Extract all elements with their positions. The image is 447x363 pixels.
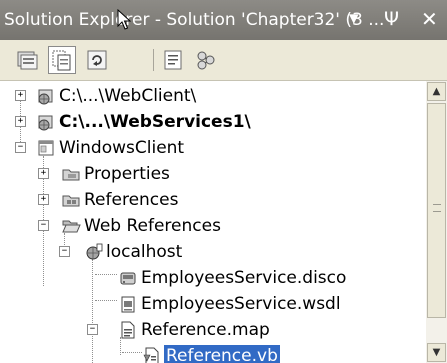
scroll-grip-icon [433,204,441,212]
tree-item-employeesservice-disco[interactable]: EmployeesService.disco [0,265,426,291]
toolbar [0,40,447,81]
properties-button[interactable] [14,47,40,73]
tree-item-windowsclient[interactable]: − WindowsClient [0,135,426,161]
close-button[interactable]: ✕ [421,7,438,31]
tree-item-reference-vb[interactable]: Reference.vb [0,343,426,363]
scroll-thumb[interactable] [427,103,446,318]
tree-item-label: Reference.vb [164,345,280,363]
collapse-toggle[interactable]: − [15,142,26,153]
tree-item-label: WindowsClient [59,138,185,158]
title-bar[interactable]: Solution Explorer - Solution 'Chapter32'… [0,0,447,40]
refresh-button[interactable] [84,47,110,73]
window-position-dropdown-button[interactable]: ▾ [349,6,359,30]
tree-item-properties[interactable]: + Properties [0,161,426,187]
collapse-toggle[interactable]: − [59,246,70,257]
class-view-icon [197,51,215,70]
view-code-icon [164,50,182,70]
references-folder-icon [62,195,80,207]
vertical-scrollbar[interactable]: ▲ ▼ [426,81,447,363]
tree-item-reference-map[interactable]: − Reference.map [0,317,426,343]
map-file-icon [121,321,135,339]
properties-icon [17,51,38,70]
tree-item-webclient[interactable]: + C:\...\WebClient\ [0,83,426,109]
window-title: Solution Explorer - Solution 'Chapter32'… [4,10,385,30]
tree-item-label: References [84,190,179,210]
tree-item-label: C:\...\WebServices1\ [59,112,251,132]
tree-item-references[interactable]: + References [0,187,426,213]
expand-toggle[interactable]: + [15,116,26,127]
toolbar-separator [153,49,154,71]
view-code-button[interactable] [160,47,186,73]
collapse-toggle[interactable]: − [87,324,98,335]
tree-item-label: Web References [84,216,221,236]
chevron-down-icon: ▼ [432,347,441,358]
folder-open-icon [62,220,81,233]
tree-item-label: C:\...\WebClient\ [59,86,197,106]
windows-project-icon [38,140,54,156]
solution-explorer-window: Solution Explorer - Solution 'Chapter32'… [0,0,447,363]
tree-item-employeesservice-wsdl[interactable]: EmployeesService.wsdl [0,291,426,317]
collapse-toggle[interactable]: − [38,220,49,231]
chevron-up-icon: ▲ [432,86,441,97]
expand-toggle[interactable]: + [15,90,26,101]
tree-item-localhost[interactable]: − localhost [0,239,426,265]
tree-item-label: EmployeesService.disco [141,268,347,288]
scroll-down-button[interactable]: ▼ [427,343,446,362]
refresh-icon [87,50,107,70]
show-all-files-button[interactable] [48,46,76,74]
show-all-files-icon [52,50,71,71]
mouse-cursor-icon [117,9,131,30]
tree-item-webservices1[interactable]: + C:\...\WebServices1\ [0,109,426,135]
wsdl-file-icon [121,296,135,313]
web-project-icon [38,89,53,105]
scroll-up-button[interactable]: ▲ [427,82,446,101]
auto-hide-pin-button[interactable]: Ψ [384,7,399,31]
expand-toggle[interactable]: + [38,168,49,179]
properties-folder-icon [62,169,80,181]
web-reference-icon [86,243,103,260]
tree-item-label: localhost [106,242,183,262]
tree-item-web-references[interactable]: − Web References [0,213,426,239]
vb-file-icon [143,347,159,363]
solution-tree[interactable]: + C:\...\WebClient\ + C:\...\WebServices… [0,81,426,363]
disco-file-icon [120,272,136,285]
tree-item-label: Reference.map [141,320,270,340]
class-view-button[interactable] [193,47,219,73]
web-project-icon [38,115,53,131]
tree-item-label: Properties [84,164,170,184]
expand-toggle[interactable]: + [38,194,49,205]
tree-item-label: EmployeesService.wsdl [141,294,341,314]
